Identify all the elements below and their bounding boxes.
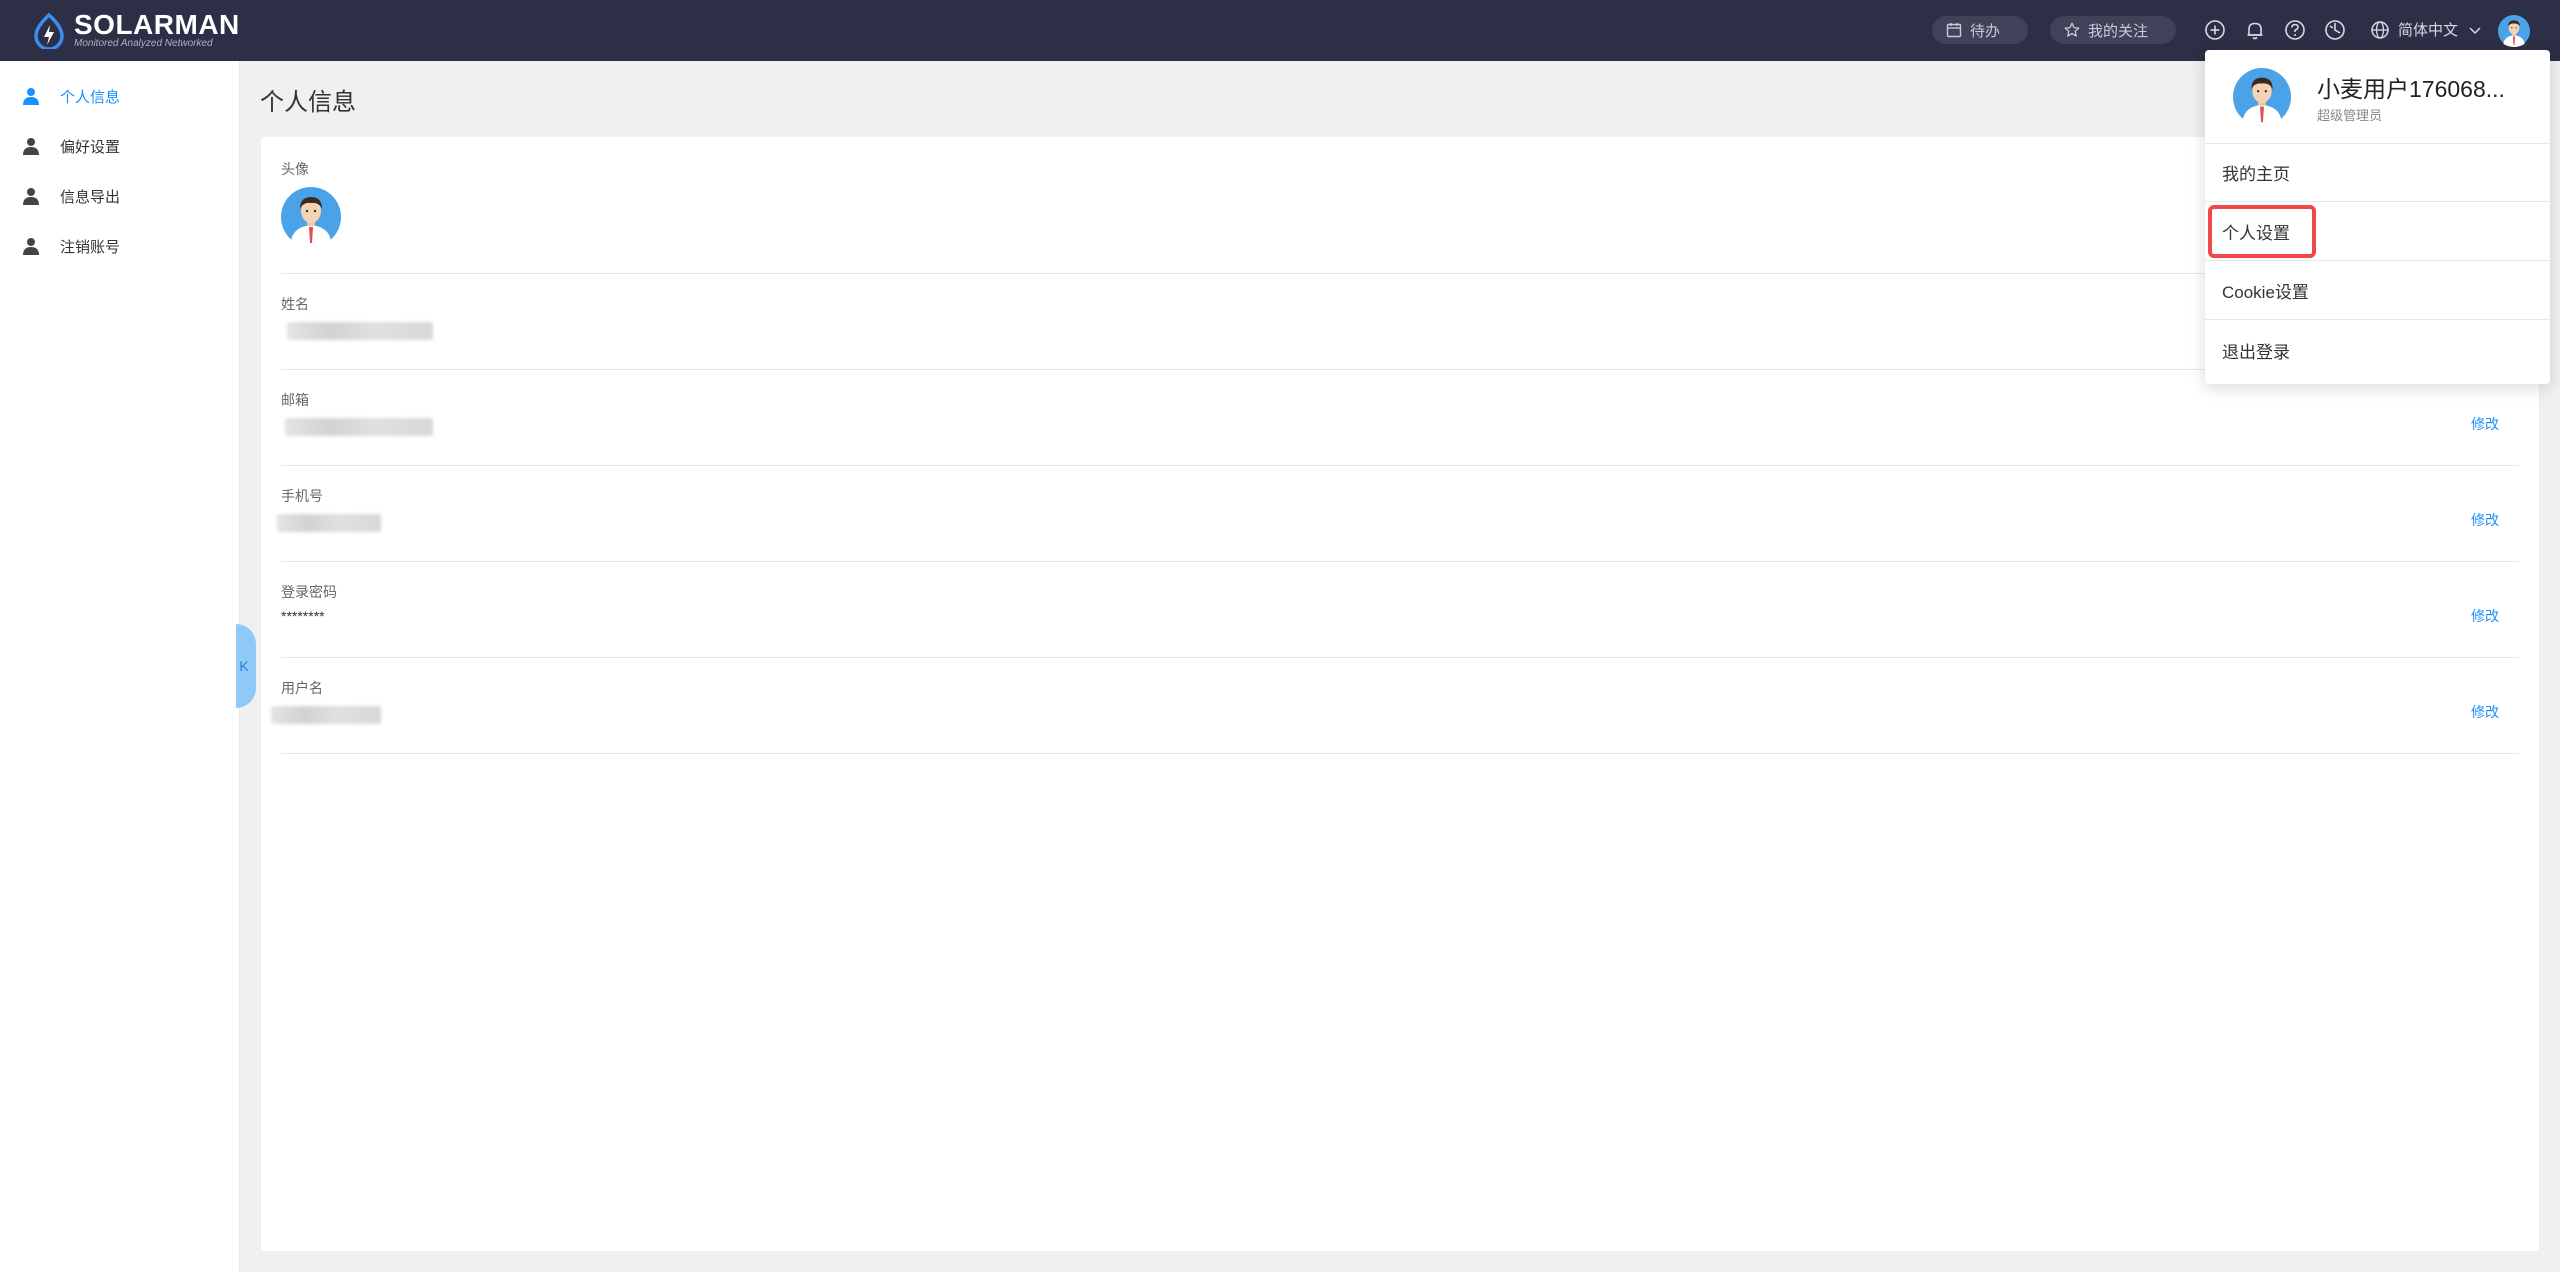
- solarman-logo[interactable]: SOLARMAN Monitored Analyzed Networked: [32, 9, 240, 50]
- dashboard-icon[interactable]: [2324, 19, 2346, 41]
- sidebar-item-export[interactable]: 信息导出: [0, 176, 240, 216]
- menu-item-cookie-settings[interactable]: Cookie设置: [2205, 262, 2550, 320]
- menu-item-label: 退出登录: [2222, 342, 2290, 362]
- logo-icon: [34, 13, 64, 49]
- sidebar: 个人信息 偏好设置 信息导出 注销账号: [0, 61, 240, 1272]
- favorites-button[interactable]: 我的关注: [2050, 16, 2176, 44]
- phone-value-redacted: [277, 514, 381, 532]
- email-label: 邮箱: [281, 392, 309, 408]
- menu-item-label: 个人设置: [2208, 205, 2316, 258]
- password-label: 登录密码: [281, 584, 337, 600]
- password-edit-link[interactable]: 修改: [2471, 606, 2499, 626]
- name-label: 姓名: [281, 296, 309, 312]
- favorites-label: 我的关注: [2088, 22, 2149, 40]
- menu-item-my-homepage[interactable]: 我的主页: [2205, 144, 2550, 202]
- sidebar-item-label: 注销账号: [60, 238, 121, 256]
- sidebar-item-label: 个人信息: [60, 88, 121, 106]
- user-icon: [23, 88, 39, 105]
- password-row: 登录密码 ******** 修改: [281, 562, 2519, 658]
- dropdown-avatar: [2233, 68, 2291, 126]
- profile-card: 头像 姓名 邮箱 修改 手机号 修改 登录密码 ******** 修改 用户名 …: [261, 137, 2539, 1251]
- top-navbar: SOLARMAN Monitored Analyzed Networked 待办…: [0, 0, 2560, 61]
- email-edit-link[interactable]: 修改: [2471, 414, 2499, 434]
- page-title: 个人信息: [260, 89, 356, 116]
- name-value-redacted: [287, 322, 433, 340]
- language-selector[interactable]: 简体中文: [2370, 19, 2490, 40]
- username-label: 用户名: [281, 680, 323, 696]
- name-row: 姓名: [281, 274, 2519, 370]
- user-icon: [23, 138, 39, 155]
- language-label: 简体中文: [2398, 22, 2459, 39]
- username-value-redacted: [271, 706, 381, 724]
- menu-item-personal-settings[interactable]: 个人设置: [2205, 203, 2550, 261]
- chevron-down-icon: [2469, 26, 2481, 34]
- help-icon[interactable]: [2284, 19, 2306, 41]
- email-row: 邮箱 修改: [281, 370, 2519, 466]
- user-icon: [23, 238, 39, 255]
- phone-row: 手机号 修改: [277, 466, 2519, 562]
- phone-edit-link[interactable]: 修改: [2471, 510, 2499, 530]
- avatar-row: 头像: [281, 137, 2519, 274]
- profile-avatar[interactable]: [281, 187, 341, 247]
- sidebar-item-preferences[interactable]: 偏好设置: [0, 126, 240, 166]
- globe-icon: [2371, 20, 2389, 39]
- username-row: 用户名 修改: [271, 658, 2519, 754]
- user-avatar[interactable]: [2498, 15, 2530, 47]
- password-value: ********: [281, 608, 325, 624]
- menu-item-label: 我的主页: [2222, 165, 2290, 184]
- sidebar-item-label: 偏好设置: [60, 138, 121, 156]
- menu-item-logout[interactable]: 退出登录: [2205, 321, 2550, 379]
- bell-icon[interactable]: [2244, 19, 2266, 41]
- sidebar-item-deactivate[interactable]: 注销账号: [0, 226, 240, 266]
- sidebar-collapse-button[interactable]: K: [236, 624, 256, 708]
- dropdown-user-header: 小麦用户176068... 超级管理员: [2205, 50, 2550, 144]
- sidebar-item-label: 信息导出: [60, 188, 121, 206]
- username-edit-link[interactable]: 修改: [2471, 702, 2499, 722]
- collapse-label: K: [239, 658, 249, 674]
- avatar-label: 头像: [281, 161, 309, 177]
- email-value-redacted: [285, 418, 433, 436]
- sidebar-item-profile[interactable]: 个人信息: [0, 76, 240, 116]
- dropdown-user-role: 超级管理员: [2317, 108, 2383, 123]
- user-icon: [23, 188, 39, 205]
- todo-label: 待办: [1970, 22, 2001, 40]
- dropdown-user-name: 小麦用户176068...: [2317, 76, 2505, 102]
- menu-item-label: Cookie设置: [2222, 283, 2309, 302]
- calendar-icon: [1946, 23, 1962, 38]
- logo-title: SOLARMAN: [74, 9, 240, 40]
- user-dropdown-menu: 小麦用户176068... 超级管理员 我的主页 个人设置 Cookie设置 退…: [2205, 50, 2550, 384]
- star-icon: [2064, 22, 2080, 37]
- add-icon[interactable]: [2204, 19, 2226, 41]
- phone-label: 手机号: [281, 488, 323, 504]
- todo-button[interactable]: 待办: [1932, 16, 2028, 44]
